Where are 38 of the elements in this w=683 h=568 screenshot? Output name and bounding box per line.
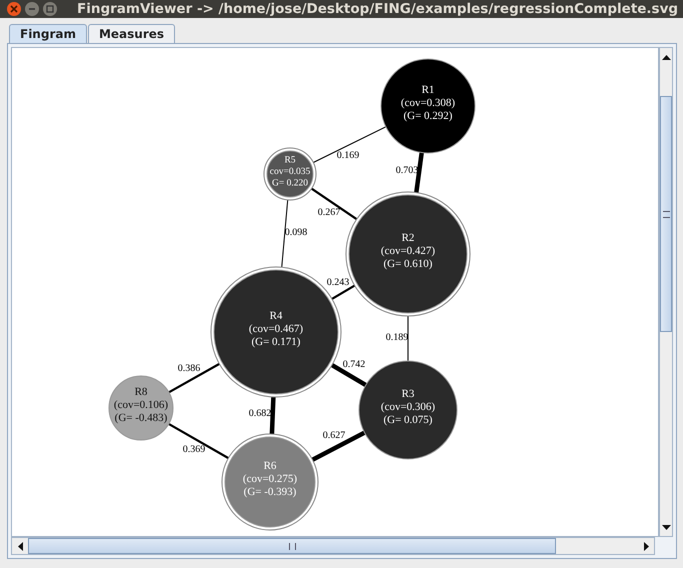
edge-weight: 0.098 xyxy=(284,227,308,238)
edge-weight: 0.189 xyxy=(386,332,408,343)
edge-line xyxy=(310,188,358,220)
close-button[interactable] xyxy=(7,2,21,16)
node-label: R5 cov=0.035 G= 0.220 xyxy=(270,156,310,188)
scroll-thumb[interactable] xyxy=(28,538,556,554)
edge-line xyxy=(270,396,276,434)
node-label: R8 (cov=0.106) (G= -0.483) xyxy=(114,386,168,424)
scroll-thumb[interactable] xyxy=(660,96,672,332)
close-icon xyxy=(10,5,18,13)
rule-node[interactable] xyxy=(264,148,316,200)
edge-line xyxy=(331,284,356,300)
edge-line xyxy=(168,362,220,394)
maximize-icon xyxy=(46,5,54,13)
node-label: R2 (cov=0.427) (G= 0.610) xyxy=(380,232,436,270)
edge-weight: 0.267 xyxy=(318,207,340,218)
node-label: R1 (cov=0.308) (G= 0.292) xyxy=(400,84,456,122)
edge-weight: 0.386 xyxy=(178,363,200,374)
horizontal-scrollbar[interactable] xyxy=(11,537,656,555)
vertical-scrollbar[interactable] xyxy=(659,47,673,537)
edge-weight: 0.369 xyxy=(182,444,206,455)
node-label: R4 (cov=0.467) (G= 0.171) xyxy=(248,310,304,348)
tab[interactable]: Measures xyxy=(88,24,176,43)
edge-weight: 0.682 xyxy=(248,408,272,419)
minimize-button[interactable] xyxy=(25,2,39,16)
node-label: R6 (cov=0.275) (G= -0.393) xyxy=(242,460,298,498)
edge-line xyxy=(312,430,366,462)
edge-weight: 0.243 xyxy=(326,277,350,288)
window-title: FingramViewer -> /home/jose/Desktop/FING/examples/regressionComplete.svg xyxy=(77,1,678,17)
edge-weight: 0.169 xyxy=(336,150,360,161)
edge-line xyxy=(168,422,229,460)
edge-weight: 0.742 xyxy=(342,359,366,370)
tab[interactable]: Fingram xyxy=(9,24,87,43)
edge-weight: 0.627 xyxy=(322,430,346,441)
node-label: R3 (cov=0.306) (G= 0.075) xyxy=(380,388,436,426)
maximize-button[interactable] xyxy=(43,2,57,16)
rule-node[interactable] xyxy=(222,434,318,530)
minimize-icon xyxy=(28,5,36,13)
